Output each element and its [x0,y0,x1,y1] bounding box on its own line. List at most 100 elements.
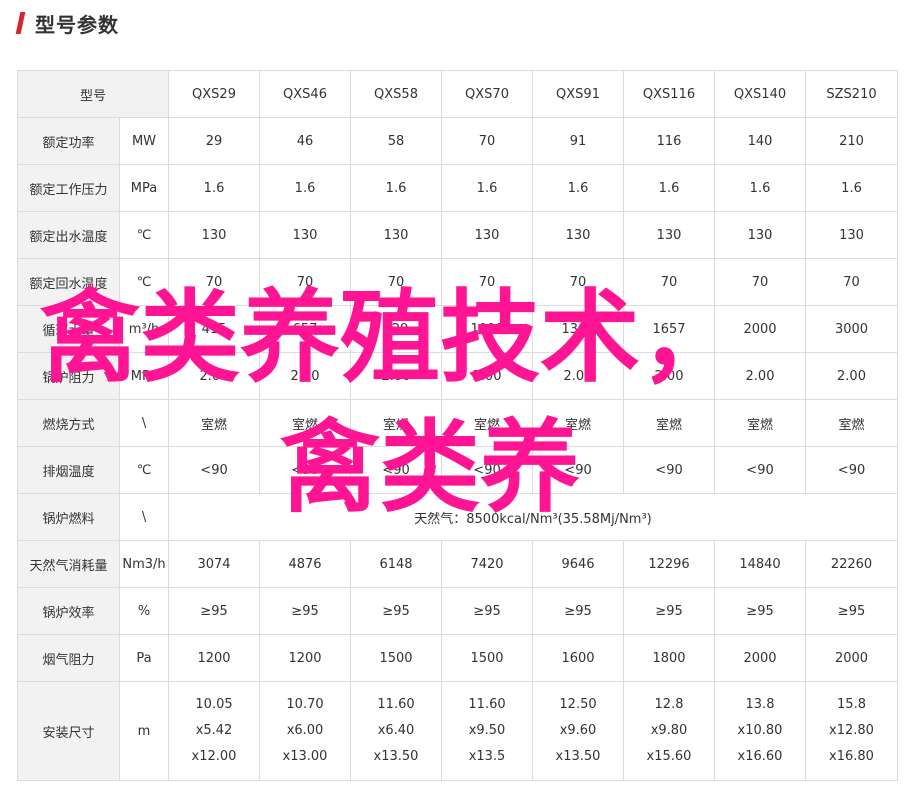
table-row: 额定出水温度 ℃ 130 130 130 130 130 130 130 130 [17,211,899,259]
model-cell: QXS70 [441,70,534,118]
size-value-line: x6.40 [377,723,415,738]
value-cell: 2000 [805,634,899,682]
size-value-line: x13.50 [373,749,419,764]
size-value-cell: 11.60 x6.40 x13.50 [350,681,443,781]
size-value-line: x9.50 [468,723,506,738]
model-label-cell: 型号 [16,70,170,118]
param-unit-cell: \ [118,493,170,541]
param-name-cell: 额定出水温度 [17,211,120,259]
table-row: 排烟温度 ℃ <90 <90 <90 <90 <90 <90 <90 <90 [17,446,899,494]
size-value-line: x12.00 [191,749,237,764]
value-cell: <90 [532,446,625,494]
value-cell: 116 [623,117,716,165]
value-cell: 1.6 [623,164,716,212]
value-cell: ≥95 [714,587,807,635]
size-value-line: x5.42 [195,723,233,738]
size-value-line: 10.05 [195,697,233,712]
size-value-line: x13.50 [555,749,601,764]
value-cell: ≥95 [623,587,716,635]
value-cell: 1.6 [350,164,443,212]
value-cell: 1500 [350,634,443,682]
table-row: 额定回水温度 ℃ 70 70 70 70 70 70 70 70 [17,258,899,306]
size-value-cell: 12.50 x9.60 x13.50 [532,681,625,781]
value-cell: 130 [532,211,625,259]
value-cell: 室燃 [532,399,625,447]
value-cell: 6148 [350,540,443,588]
value-cell: 2.00 [532,352,625,400]
value-cell: 1.6 [532,164,625,212]
size-value-line: 15.8 [837,697,866,712]
value-cell: 室燃 [623,399,716,447]
size-value-cell: 12.8 x9.80 x15.60 [623,681,716,781]
size-value-line: x13.5 [468,749,506,764]
value-cell: 70 [350,258,443,306]
value-cell: 1200 [259,634,352,682]
param-unit-cell: MPa [118,352,170,400]
value-cell: 130 [714,211,807,259]
table-row: 锅炉阻力 MPa 2.00 2.00 2.00 2.00 2.00 2.00 2.00 2.00 [17,352,899,400]
value-cell: 657 [259,305,352,353]
merged-value-cell: 天然气：8500kcal/Nm³(35.58Mj/Nm³) [168,493,899,541]
model-cell: QXS140 [714,70,807,118]
value-cell: 1.6 [168,164,261,212]
model-cell: QXS29 [168,70,261,118]
value-cell: 7420 [441,540,534,588]
value-cell: 140 [714,117,807,165]
value-cell: <90 [805,446,899,494]
param-name-cell: 烟气阻力 [17,634,120,682]
model-cell: QXS91 [532,70,625,118]
table-row: 循环水量 m³/h 415 657 829 1000 1300 1657 2000 3000 [17,305,899,353]
table-row: 烟气阻力 Pa 1200 1200 1500 1500 1600 1800 2000 2000 [17,634,899,682]
value-cell: 130 [168,211,261,259]
value-cell: 2.00 [259,352,352,400]
value-cell: 70 [532,258,625,306]
value-cell: 9646 [532,540,625,588]
size-value-line: x6.00 [286,723,324,738]
value-cell: ≥95 [532,587,625,635]
size-value-line: x12.80 [829,723,874,738]
value-cell: 4876 [259,540,352,588]
value-cell: <90 [441,446,534,494]
size-value-line: x15.60 [646,749,692,764]
param-name-cell: 锅炉燃料 [17,493,120,541]
value-cell: 2000 [714,305,807,353]
model-cell: QXS116 [623,70,716,118]
value-cell: 210 [805,117,899,165]
value-cell: 46 [259,117,352,165]
param-name-cell: 额定回水温度 [17,258,120,306]
value-cell: 130 [259,211,352,259]
section-header: 型号参数 [15,9,119,37]
table-header-row: 型号 QXS29 QXS46 QXS58 QXS70 QXS91 QXS116 QXS140 S… [16,70,899,118]
param-name-cell: 锅炉阻力 [17,352,120,400]
table-row: 锅炉燃料 \ 天然气：8500kcal/Nm³(35.58Mj/Nm³) [17,493,899,541]
value-cell: 室燃 [259,399,352,447]
value-cell: <90 [350,446,443,494]
value-cell: 1600 [532,634,625,682]
value-cell: 70 [805,258,899,306]
value-cell: <90 [259,446,352,494]
value-cell: 3000 [805,305,899,353]
size-value-line: x9.60 [559,723,597,738]
param-unit-cell: \ [118,399,170,447]
size-value-line: 12.50 [559,697,597,712]
size-value-cell: 15.8 x12.80 x16.80 [805,681,899,781]
size-value-line: 12.8 [654,697,684,712]
model-cell: QXS58 [350,70,443,118]
value-cell: 58 [350,117,443,165]
value-cell: 12296 [623,540,716,588]
value-cell: 415 [168,305,261,353]
size-value-line: 10.70 [286,697,324,712]
param-name-cell: 锅炉效率 [17,587,120,635]
param-name-cell: 循环水量 [17,305,120,353]
size-value-cell: 11.60 x9.50 x13.5 [441,681,534,781]
value-cell: 1.6 [805,164,899,212]
value-cell: 1.6 [441,164,534,212]
param-unit-cell: MW [118,117,170,165]
value-cell: 2.00 [168,352,261,400]
table-row-size: 安装尺寸 m 10.05 x5.42 x12.00 10.70 x6.00 x13.00 11.… [17,681,899,781]
param-name-cell: 安装尺寸 [17,681,120,781]
size-value-cell: 10.05 x5.42 x12.00 [168,681,261,781]
value-cell: 70 [623,258,716,306]
size-value-line: x10.80 [737,723,783,738]
model-cell: QXS46 [259,70,352,118]
